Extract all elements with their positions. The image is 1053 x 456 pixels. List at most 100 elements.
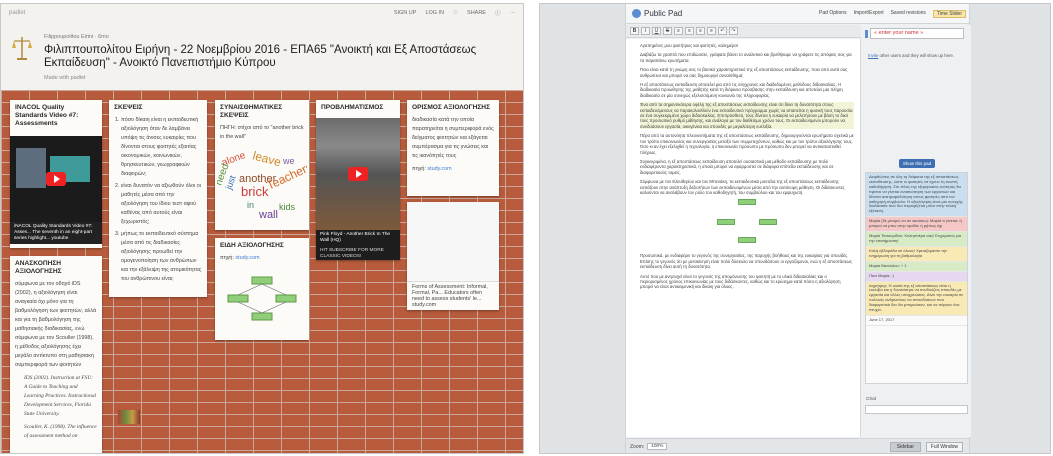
video-frame-person [16,148,46,188]
paragraph: Διαβάζω τα γραπτά που επιδώσατε, γράψατε… [640,52,852,63]
card-provlimatismos[interactable]: ΠΡΟΒΛΗΜΑΤΙΣΜΟΣ Pink Floyd - Another Bric… [316,100,400,260]
chat-message: Διορθώσεις σε όλη τη διάρκεια της εξ απο… [866,173,967,218]
card-reference: IDS (2002). Instruction at FSU: A Guide … [24,375,97,417]
source-prefix: πηγή: [220,255,234,261]
paragraph: Ένα από τα σημαντικότερα οφέλη της εξ απ… [640,102,854,130]
sidebar-toggle-button[interactable]: Sidebar [889,442,921,452]
pad-text-editor[interactable]: Αγαπημένες μου φοιτήτριες και φοιτητές, … [626,39,861,437]
pad-options-button[interactable]: Pad Options [819,10,847,18]
chat-timestamp: June 17, 2017 [866,316,967,326]
user-color-swatch[interactable] [865,30,868,38]
padlet-brand[interactable]: padlet [9,10,25,16]
full-window-button[interactable]: Full Window [925,442,963,452]
more-icon[interactable]: ··· [510,10,516,16]
paragraph: Σύμφωνα με τον Ελευθερίου και τον Μπενάκ… [640,179,845,195]
invite-hint: Invite other users and they will show up… [868,53,968,58]
redo-button[interactable]: ↷ [729,27,738,35]
scale-of-justice-icon [12,37,32,60]
paragraph: Αυτό που με ανησυχεί είναι το γεγονός τη… [640,273,841,290]
card-body: διαδικασία κατά την οποία παρατηρείται η… [412,117,494,159]
list-item: μήπως το εκπαιδευτικό σύστημα μέσα από τ… [121,230,202,284]
padlet-title: Φιλιππουπολίτου Ειρήνη - 22 Νοεμβρίου 20… [44,44,477,69]
youtube-video-thumbnail[interactable] [10,136,102,222]
chat-input[interactable] [865,405,968,414]
cloud-word: leave [251,148,283,169]
list-item: είναι δυνατόν να αξιωθούν όλοι οι μαθητέ… [121,182,202,227]
padlet-author: Filippoupolitou Eirini · 6mo [44,34,109,40]
card-eidi[interactable]: ΕΙΔΗ ΑΞΙΟΛΟΓΗΣΗΣ πηγή: study.com [215,238,309,340]
editor-toolbar: B I U S ≡ ≡ ≡ ≡ ↶ ↷ [626,25,861,38]
paragraph: Αγαπημένες μου φοιτήτριες και φοιτητές, … [640,43,739,48]
pad-container: Public Pad Pad Options Import/Export Sav… [625,4,971,453]
etherpad-window: Public Pad Pad Options Import/Export Sav… [539,3,1051,454]
padlet-header: padlet SIGN UP LOG IN ♡ SHARE ⓘ ··· Fili… [1,4,523,90]
card-title: INACOL Quality Standards Video #7: Asses… [15,104,79,127]
underline-button[interactable]: U [652,27,661,35]
show-pad-button[interactable]: Show this pad [899,159,935,168]
invite-link[interactable]: Invite [868,53,878,58]
card-title: ΣΥΝΑΙΣΘΗΜΑΤΙΚΕΣ ΣΚΕΨΕΙΣ [220,104,283,119]
source-link[interactable]: study.com [235,255,259,261]
zoom-select[interactable]: 100% [647,443,668,450]
outdent-button[interactable]: ≡ [707,27,716,35]
link-preview-caption: Forms of Assessment: Informal, Formal, P… [412,284,488,308]
info-icon[interactable]: ⓘ [495,9,501,17]
padlet-subtitle: Made with padlet [44,75,86,81]
pad-status-bar: Zoom: 100% Sidebar Full Window [626,438,969,453]
cloud-word: in [247,200,254,210]
chat-message: Δημήτρης: Η ουσία της εξ αποστάσεως είνα… [866,281,967,316]
time-slider-button[interactable]: Time Slider [932,10,966,18]
card-title: ΕΙΔΗ ΑΞΙΟΛΟΓΗΣΗΣ [220,242,284,249]
cloud-word: wall [258,209,278,221]
unordered-list-button[interactable]: ≡ [685,27,694,35]
share-button[interactable]: SHARE [467,10,486,16]
card-forms-of-assessment[interactable]: Forms of Assessment: Informal, Formal, P… [407,202,499,310]
pad-header: Public Pad Pad Options Import/Export Sav… [626,4,969,24]
card-title: ΑΝΑΣΚΟΠΗΣΗ ΑΞΙΟΛΟΓΗΣΗΣ [15,260,62,275]
youtube-video-thumbnail[interactable] [316,118,400,230]
card-body: ΠΗΓΗ: στίχοι από το "another brick in th… [220,125,304,140]
user-name-input[interactable]: « enter your name » [870,28,964,39]
source-prefix: πηγή: [412,166,426,172]
source-link[interactable]: study.com [427,166,451,172]
zoom-label: Zoom: [630,443,645,450]
assessment-types-diagram [227,276,297,321]
undo-button[interactable]: ↶ [718,27,727,35]
pad-title-text: Public Pad [644,9,683,18]
saved-revisions-button[interactable]: Saved revisions [891,10,926,18]
bold-button[interactable]: B [630,27,639,35]
chat-message: Μαρία Τσιτουρίδου: Καλησπέρα σας! Ευχαρι… [866,232,967,247]
padlet-wall-window: padlet SIGN UP LOG IN ♡ SHARE ⓘ ··· Fili… [0,3,524,454]
card-source: πηγή: study.com [215,252,309,265]
users-and-chat-sidebar: « enter your name » Invite other users a… [862,25,971,437]
play-icon[interactable] [46,172,66,186]
paragraph: Ποιο είναι κατά τη γνώμη σας το βασικό χ… [640,67,848,78]
ordered-list-button[interactable]: ≡ [674,27,683,35]
strikethrough-button[interactable]: S [663,27,672,35]
italic-button[interactable]: I [641,27,650,35]
chat-message: Μαρία Βασιλείου: + 1 [866,261,967,272]
word-cloud-image: alone leave we need just another brick i… [217,148,307,221]
import-export-button[interactable]: Import/Export [854,10,884,18]
zoom-control: Zoom: 100% [630,443,668,450]
card-skepseis[interactable]: ΣΚΕΨΕΙΣ πόσο δίκαιη είναι η εκπαιδευτική… [109,100,207,297]
card-inacol[interactable]: INACOL Quality Standards Video #7: Asses… [10,100,102,248]
card-title: ΣΚΕΨΕΙΣ [114,104,143,111]
heart-icon[interactable]: ♡ [453,10,458,16]
card-orismos[interactable]: ΟΡΙΣΜΟΣ ΑΞΙΟΛΟΓΗΣΗΣ διαδικασία κατά την … [407,100,499,196]
card-synaisthimatikes[interactable]: ΣΥΝΑΙΣΘΗΜΑΤΙΚΕΣ ΣΚΕΨΕΙΣ ΠΗΓΗ: στίχοι από… [215,100,309,230]
play-icon[interactable] [348,167,368,181]
chat-log[interactable]: Διορθώσεις σε όλη τη διάρκεια της εξ απο… [865,172,968,384]
flowers-thumbnail-image[interactable] [118,410,140,424]
login-link[interactable]: LOG IN [425,10,444,16]
card-anaskopisi[interactable]: ΑΝΑΣΚΟΠΗΣΗ ΑΞΙΟΛΟΓΗΣΗΣ σύμφωνα με τον οδ… [10,256,102,453]
link-preview-image [407,202,499,282]
signup-link[interactable]: SIGN UP [394,10,417,16]
brick-wall-board: INACOL Quality Standards Video #7: Asses… [1,90,523,453]
indent-button[interactable]: ≡ [696,27,705,35]
cloud-word: kids [279,202,296,212]
chat-label: Chat [866,397,877,402]
embedded-diagram-image [717,199,777,247]
card-title: ΟΡΙΣΜΟΣ ΑΞΙΟΛΟΓΗΣΗΣ [412,104,491,111]
video-caption: Pink Floyd - Another Brick In The Wall (… [316,230,400,246]
